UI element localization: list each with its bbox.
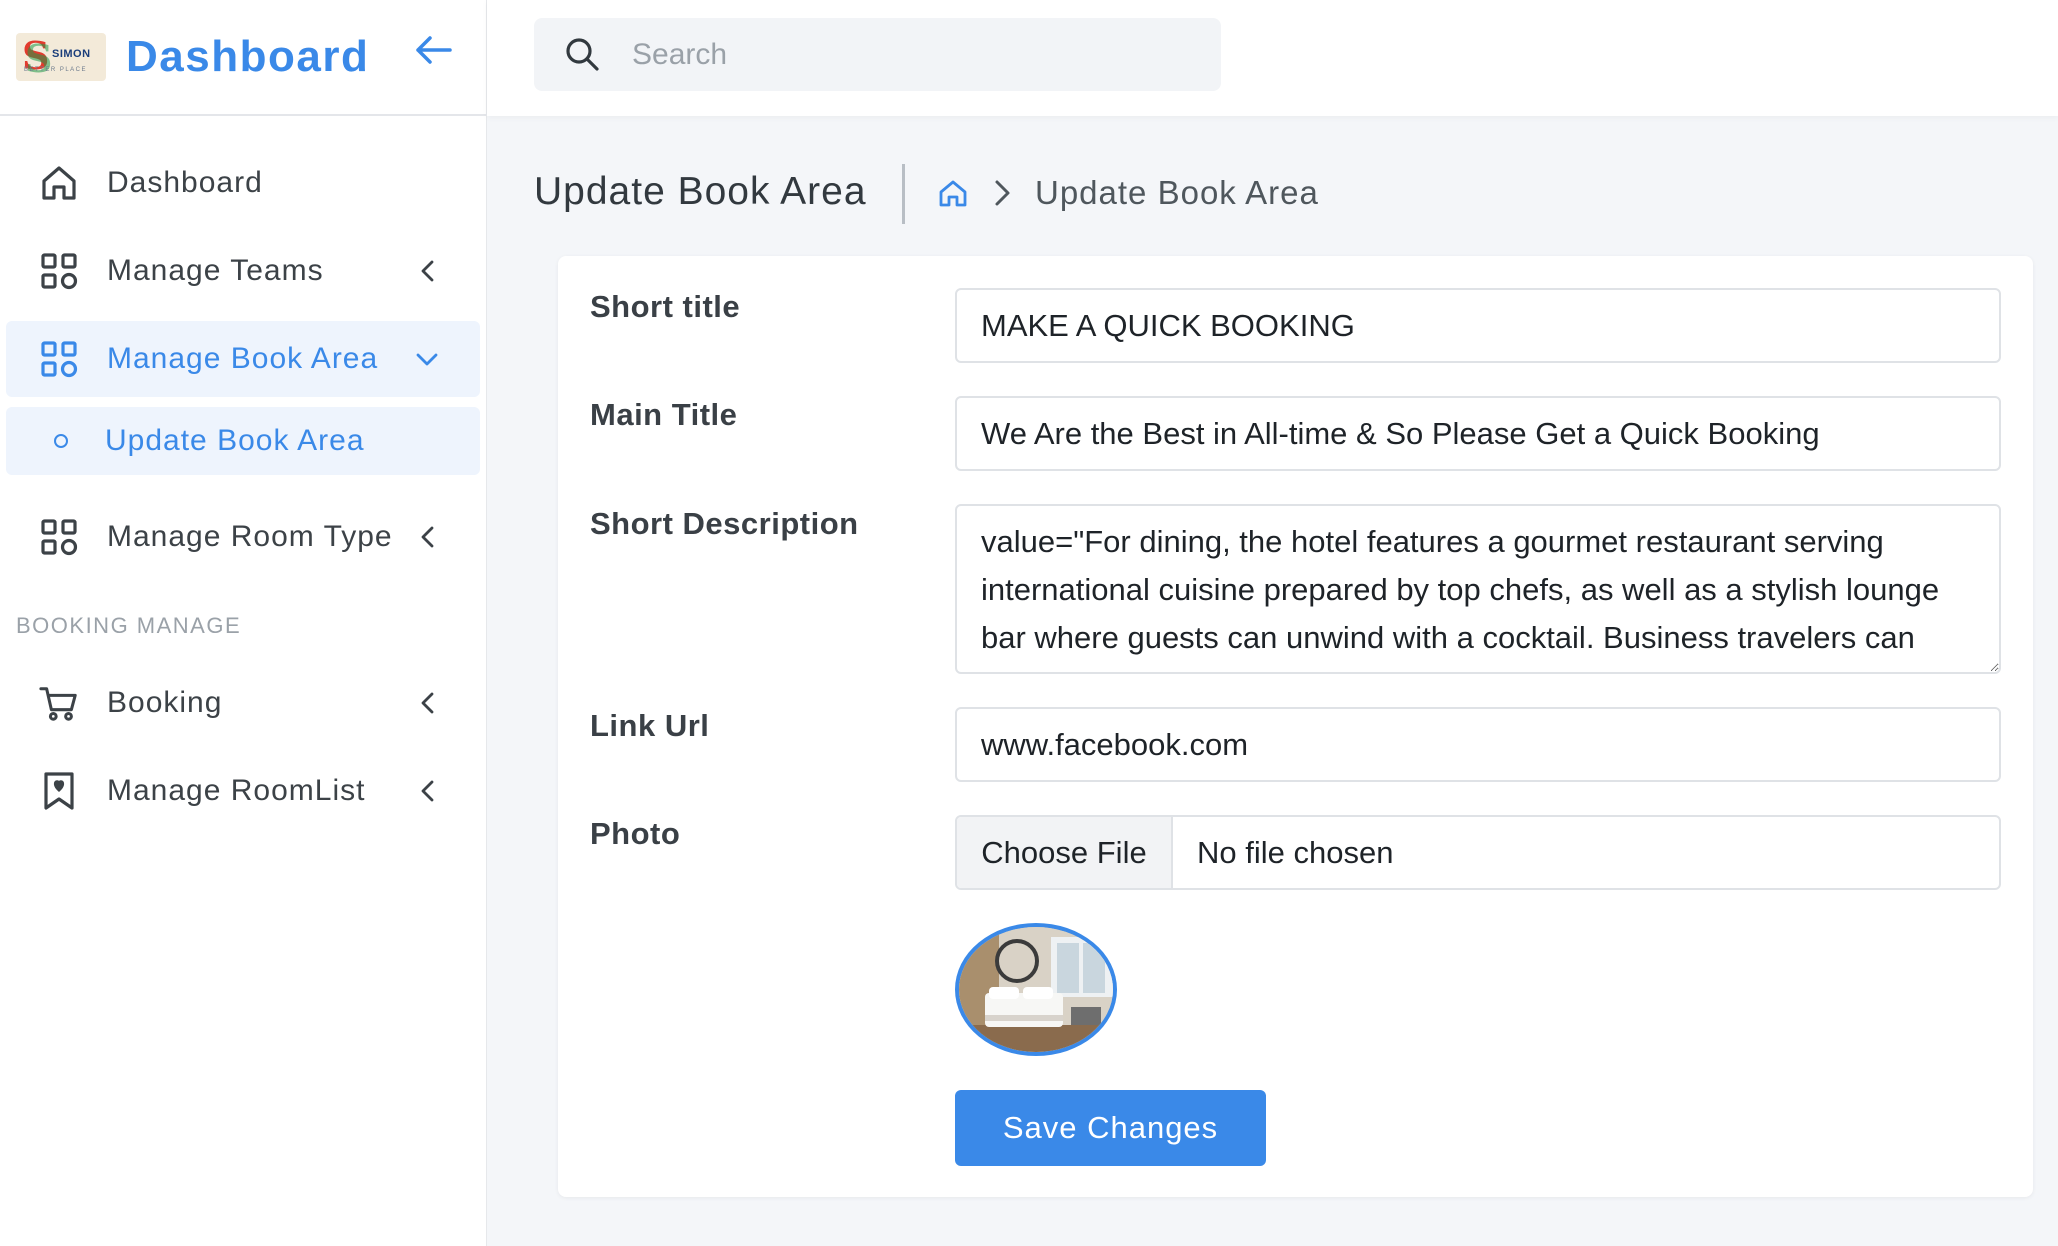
sidebar-item-manage-book-area[interactable]: Manage Book Area bbox=[6, 321, 480, 397]
main-title-input[interactable] bbox=[955, 396, 2001, 471]
search-icon[interactable] bbox=[564, 36, 602, 74]
chevron-left-icon bbox=[413, 523, 441, 551]
short-title-input[interactable] bbox=[955, 288, 2001, 363]
breadcrumb-home-icon[interactable] bbox=[937, 177, 969, 209]
sidebar-subitem-update-book-area[interactable]: Update Book Area bbox=[6, 407, 480, 475]
breadcrumb-current: Update Book Area bbox=[1035, 174, 1319, 211]
search-bar bbox=[534, 18, 1221, 91]
cart-icon bbox=[39, 683, 79, 723]
chevron-down-icon bbox=[413, 345, 441, 373]
chevron-left-icon bbox=[413, 689, 441, 717]
brand-title[interactable]: Dashboard bbox=[126, 32, 369, 82]
logo-tagline: BETTER PLACE bbox=[24, 67, 88, 73]
sidebar-item-label: Dashboard bbox=[107, 166, 263, 199]
sidebar-subitem-label: Update Book Area bbox=[105, 424, 365, 457]
save-changes-button[interactable]: Save Changes bbox=[955, 1090, 1266, 1166]
search-input[interactable] bbox=[632, 18, 1192, 91]
main-title-label: Main Title bbox=[590, 397, 738, 432]
sidebar-item-dashboard[interactable]: Dashboard bbox=[6, 145, 480, 221]
home-icon bbox=[39, 163, 79, 203]
sidebar-menu: Dashboard Manage Teams Manage Book Area … bbox=[0, 116, 486, 829]
sidebar-item-label: Manage RoomList bbox=[107, 774, 366, 807]
sidebar-item-label: Booking bbox=[107, 686, 223, 719]
sidebar-item-manage-room-type[interactable]: Manage Room Type bbox=[6, 499, 480, 575]
sidebar-item-manage-roomlist[interactable]: Manage RoomList bbox=[6, 753, 480, 829]
grid-icon bbox=[39, 339, 79, 379]
update-book-area-form: Short title Main Title Short Description… bbox=[558, 256, 2033, 1197]
sidebar-section-label: BOOKING MANAGE bbox=[16, 613, 242, 638]
page-title: Update Book Area bbox=[534, 170, 867, 213]
photo-label: Photo bbox=[590, 816, 681, 851]
choose-file-button[interactable]: Choose File bbox=[957, 817, 1173, 888]
topbar bbox=[487, 0, 2058, 116]
link-url-label: Link Url bbox=[590, 708, 710, 743]
brand-logo[interactable]: SS SIMON BETTER PLACE bbox=[16, 33, 106, 81]
sidebar: SS SIMON BETTER PLACE Dashboard Dashboar… bbox=[0, 0, 487, 1246]
sidebar-collapse-button[interactable] bbox=[413, 30, 453, 70]
photo-file-input[interactable]: Choose File No file chosen bbox=[955, 815, 2001, 890]
breadcrumb-chevron-right-icon bbox=[995, 180, 1010, 206]
logo-name: SIMON bbox=[52, 48, 91, 60]
chevron-left-icon bbox=[413, 777, 441, 805]
photo-preview bbox=[955, 923, 1117, 1056]
short-title-label: Short title bbox=[590, 289, 741, 324]
short-description-label: Short Description bbox=[590, 506, 859, 541]
sidebar-header: SS SIMON BETTER PLACE Dashboard bbox=[0, 0, 486, 116]
sidebar-item-label: Manage Book Area bbox=[107, 342, 379, 375]
sidebar-item-label: Manage Room Type bbox=[107, 520, 393, 553]
title-divider bbox=[902, 164, 905, 224]
grid-icon bbox=[39, 517, 79, 557]
sidebar-item-booking[interactable]: Booking bbox=[6, 665, 480, 741]
file-status: No file chosen bbox=[1197, 835, 1394, 870]
link-url-input[interactable] bbox=[955, 707, 2001, 782]
circle-bullet-icon bbox=[54, 434, 68, 448]
sidebar-item-label: Manage Teams bbox=[107, 254, 324, 287]
hotel-room-image bbox=[959, 927, 1113, 1052]
bookmark-heart-icon bbox=[39, 771, 79, 811]
grid-icon bbox=[39, 251, 79, 291]
short-description-textarea[interactable]: value="For dining, the hotel features a … bbox=[955, 504, 2001, 674]
chevron-left-icon bbox=[413, 257, 441, 285]
sidebar-item-manage-teams[interactable]: Manage Teams bbox=[6, 233, 480, 309]
arrow-left-icon bbox=[416, 36, 452, 64]
